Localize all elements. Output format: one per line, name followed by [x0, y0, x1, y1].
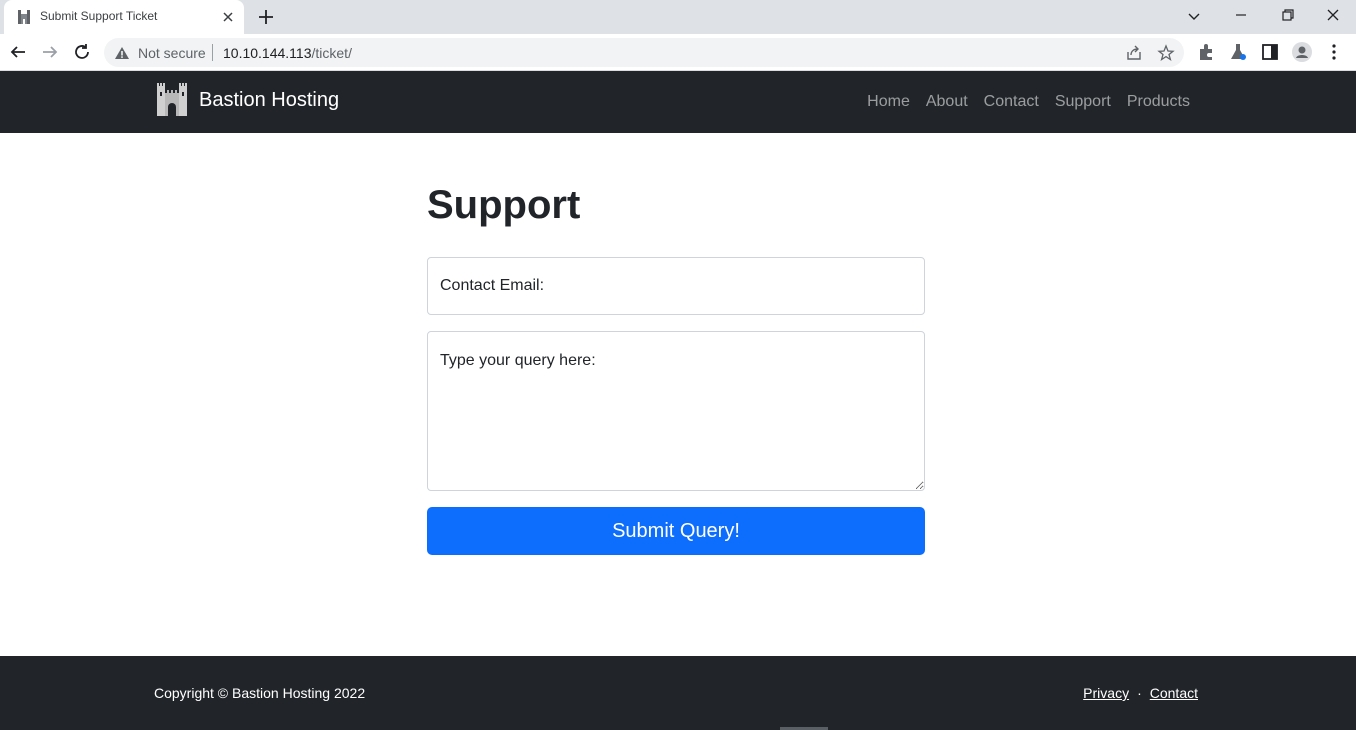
- close-window-icon[interactable]: [1320, 4, 1346, 28]
- tab-title: Submit Support Ticket: [40, 9, 158, 23]
- lab-flask-icon[interactable]: [1226, 40, 1250, 64]
- site-navbar: Bastion Hosting Home About Contact Suppo…: [0, 71, 1356, 133]
- browser-toolbar: Not secure 10.10.144.113/ticket/: [0, 34, 1356, 71]
- extensions-icon[interactable]: [1194, 40, 1218, 64]
- nav-links: Home About Contact Support Products: [867, 93, 1190, 111]
- castle-logo-icon[interactable]: [156, 83, 188, 117]
- reload-icon[interactable]: [70, 40, 94, 64]
- nav-support[interactable]: Support: [1055, 93, 1111, 111]
- forward-arrow-icon[interactable]: [38, 40, 62, 64]
- more-menu-icon[interactable]: [1322, 40, 1346, 64]
- security-status[interactable]: Not secure: [138, 45, 206, 61]
- browser-tab[interactable]: Submit Support Ticket: [4, 0, 244, 34]
- copyright-text: Copyright © Bastion Hosting 2022: [154, 685, 366, 701]
- close-tab-icon[interactable]: [220, 9, 236, 25]
- browser-tab-strip: Submit Support Ticket: [0, 0, 1356, 34]
- footer-links: Privacy · Contact: [1083, 685, 1198, 701]
- bookmark-star-icon[interactable]: [1157, 44, 1175, 62]
- minimize-icon[interactable]: [1228, 4, 1254, 28]
- site-footer: Copyright © Bastion Hosting 2022 Privacy…: [0, 656, 1356, 730]
- side-panel-icon[interactable]: [1258, 40, 1282, 64]
- profile-avatar-icon[interactable]: [1290, 40, 1314, 64]
- nav-contact[interactable]: Contact: [984, 93, 1039, 111]
- restore-icon[interactable]: [1274, 4, 1300, 28]
- address-divider: [212, 44, 213, 61]
- footer-contact-link[interactable]: Contact: [1150, 685, 1198, 701]
- submit-query-button[interactable]: Submit Query!: [427, 507, 925, 555]
- url-text[interactable]: 10.10.144.113/ticket/: [223, 45, 352, 61]
- address-bar[interactable]: Not secure 10.10.144.113/ticket/: [104, 38, 1184, 67]
- page-title: Support: [427, 183, 581, 227]
- nav-products[interactable]: Products: [1127, 93, 1190, 111]
- nav-about[interactable]: About: [926, 93, 968, 111]
- query-textarea[interactable]: [427, 331, 925, 491]
- footer-privacy-link[interactable]: Privacy: [1083, 685, 1129, 701]
- tab-search-icon[interactable]: [1181, 4, 1207, 28]
- url-path: /ticket/: [311, 45, 352, 61]
- brand-name[interactable]: Bastion Hosting: [199, 89, 339, 112]
- contact-email-field[interactable]: [427, 257, 925, 315]
- new-tab-icon[interactable]: [254, 5, 278, 29]
- share-icon[interactable]: [1125, 44, 1143, 62]
- footer-separator: ·: [1137, 685, 1142, 701]
- nav-home[interactable]: Home: [867, 93, 910, 111]
- warning-triangle-icon[interactable]: [114, 45, 130, 61]
- back-arrow-icon[interactable]: [6, 40, 30, 64]
- url-host: 10.10.144.113: [223, 45, 312, 61]
- castle-favicon-icon: [18, 10, 30, 24]
